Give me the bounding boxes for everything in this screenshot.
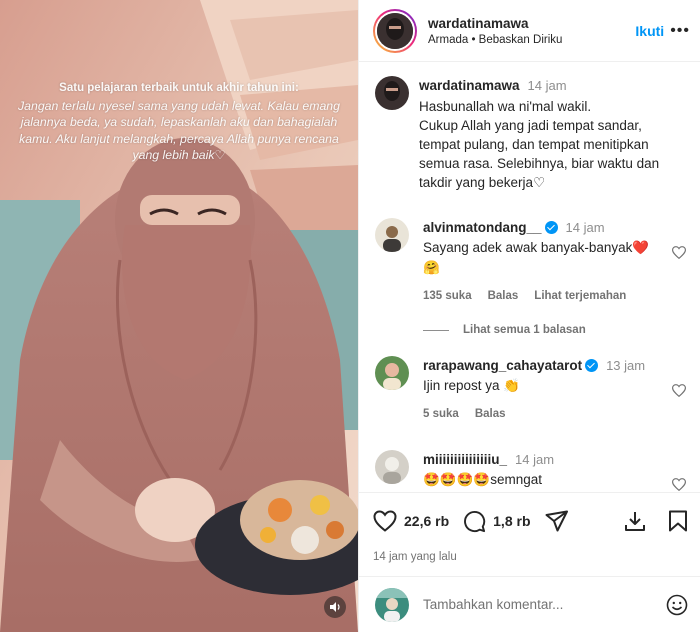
comment-time[interactable]: 14 jam [566,220,605,235]
audio-track[interactable]: Armada • Bebaskan Diriku [428,34,635,46]
comment-input[interactable] [423,597,666,612]
speaker-icon [330,602,340,612]
reply-button[interactable]: Balas [488,286,519,306]
smiley-icon [666,594,688,615]
posted-time[interactable]: 14 jam yang lalu [373,551,688,563]
download-button[interactable] [624,510,646,532]
heart-icon [671,246,687,260]
download-icon [625,512,645,531]
post-caption: wardatinamawa 14 jam Hasbunallah wa ni'ma… [375,76,686,192]
comment-button[interactable]: 1,8 rb [463,510,544,533]
comment-bubble-icon [464,510,486,532]
author-avatar[interactable] [373,8,417,53]
caption-username[interactable]: wardatinamawa [419,78,520,93]
comment-time[interactable]: 14 jam [515,452,554,467]
add-comment-bar [359,576,700,632]
commenter-username[interactable]: rarapawang_cahayatarot [423,358,582,373]
heart-icon [671,384,687,398]
commenter-avatar[interactable] [375,356,409,390]
heart-icon [373,510,397,532]
comment-item: rarapawang_cahayatarot 13 jam Ijin repost… [375,356,687,424]
caption-time[interactable]: 14 jam [528,78,567,93]
heart-icon [671,478,687,492]
view-replies-label[interactable]: Lihat semua 1 balasan [463,324,586,336]
translate-button[interactable]: Lihat terjemahan [534,286,626,306]
mute-button[interactable] [324,596,346,618]
comment-like-button[interactable] [671,478,687,492]
more-options-button[interactable]: ••• [670,22,690,40]
verified-badge-icon [544,221,558,234]
caption-text: Hasbunallah wa ni'mal wakil. Cukup Allah… [419,99,660,190]
bookmark-icon [669,510,687,532]
comment-like-button[interactable] [671,384,687,402]
emoji-button[interactable] [666,594,688,616]
comment-time[interactable]: 13 jam [606,358,645,373]
share-button[interactable] [545,510,569,532]
comment-item: alvinmatondang__ 14 jam Sayang adek awak … [375,218,687,306]
like-count[interactable]: 22,6 rb [404,513,449,529]
comment-item: miiiiiiiiiiiiiiiu_ 14 jam 🤩🤩🤩🤩semngat [375,450,687,492]
viewer-avatar [375,587,409,622]
instagram-post-view: Satu pelajaran terbaik untuk akhir tahun… [0,0,700,632]
save-button[interactable] [668,510,688,532]
commenter-avatar[interactable] [375,218,409,252]
caption-avatar[interactable] [375,76,409,110]
commenter-avatar[interactable] [375,450,409,484]
comments-section[interactable]: wardatinamawa 14 jam Hasbunallah wa ni'ma… [359,62,700,492]
follow-button[interactable]: Ikuti [635,23,664,39]
like-button[interactable]: 22,6 rb [373,510,463,532]
post-header: wardatinamawa Armada • Bebaskan Diriku I… [359,0,700,62]
author-avatar-image [377,12,413,49]
post-media[interactable]: Satu pelajaran terbaik untuk akhir tahun… [0,0,358,632]
comment-text: 🤩🤩🤩🤩semngat [423,472,543,487]
view-replies[interactable]: Lihat semua 1 balasan [375,324,686,336]
comment-text: Ijin repost ya 👏 [423,378,521,393]
post-details-panel: wardatinamawa Armada • Bebaskan Diriku I… [358,0,700,632]
verified-badge-icon [585,359,599,372]
commenter-username[interactable]: alvinmatondang__ [423,220,542,235]
comment-text: Sayang adek awak banyak-banyak❤️🤗 [423,240,650,275]
commenter-username[interactable]: miiiiiiiiiiiiiiiu_ [423,452,507,467]
overlay-title: Satu pelajaran terbaik untuk akhir tahun… [59,82,299,94]
author-username[interactable]: wardatinamawa [428,16,635,31]
comment-like-button[interactable] [671,246,687,264]
comment-likes[interactable]: 135 suka [423,286,472,306]
reply-button[interactable]: Balas [475,404,506,424]
paper-plane-icon [545,510,568,532]
comment-likes[interactable]: 5 suka [423,404,459,424]
comment-count[interactable]: 1,8 rb [493,513,530,529]
overlay-body: Jangan terlalu nyesel sama yang udah lew… [18,98,340,163]
post-overlay-text: Satu pelajaran terbaik untuk akhir tahun… [14,80,344,164]
post-actions: 22,6 rb 1,8 rb 14 jam yang lalu [359,492,700,563]
